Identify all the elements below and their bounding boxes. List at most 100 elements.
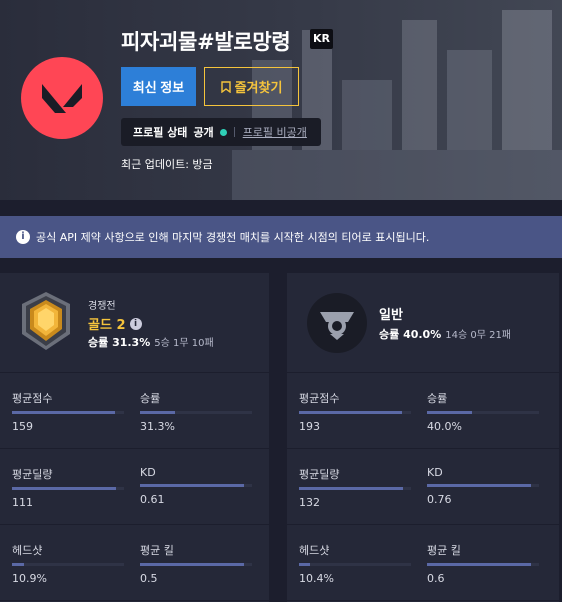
- stat-item: 평균점수 159: [12, 390, 127, 433]
- last-updated-text: 최근 업데이트: 방금: [121, 158, 213, 171]
- stat-bar-fill: [140, 484, 245, 487]
- player-name: 피자괴물#발로망령: [121, 30, 291, 54]
- stat-bar-fill: [299, 487, 404, 490]
- stat-label: 평균딜량: [299, 468, 340, 481]
- stat-bar-fill: [12, 563, 25, 566]
- stat-bar: [12, 563, 124, 566]
- stat-bar: [299, 411, 411, 414]
- stat-bar-fill: [12, 487, 117, 490]
- competitive-panel: 경쟁전 골드 2 i 승률 31.3% 5승 1무 10패 평균점수 159 승률 31…: [0, 273, 269, 602]
- stat-item: 평균딜량 132: [299, 466, 414, 509]
- stat-label: KD: [140, 466, 156, 479]
- stats-row: 평균딜량 132 KD 0.76: [287, 449, 559, 525]
- stat-value: 193: [299, 420, 320, 433]
- stat-value: 10.9%: [12, 572, 47, 585]
- stat-label: 승률: [140, 392, 161, 405]
- stat-label: 평균점수: [299, 392, 340, 405]
- stat-bar-fill: [427, 411, 472, 414]
- stat-bar-fill: [140, 411, 175, 414]
- info-icon: i: [16, 230, 30, 244]
- bookmark-icon: [220, 80, 231, 93]
- divider: [233, 127, 235, 137]
- stat-label: 평균 킬: [427, 544, 461, 557]
- stat-item: 평균점수 193: [299, 390, 414, 433]
- stat-value: 31.3%: [140, 420, 175, 433]
- stat-value: 0.76: [427, 493, 452, 506]
- stats-row: 헤드샷 10.4% 평균 킬 0.6: [287, 525, 559, 601]
- stat-bar-fill: [299, 411, 403, 414]
- profile-status-label: 프로필 상태: [133, 126, 188, 139]
- stat-value: 0.61: [140, 493, 165, 506]
- gold-rank-icon: [22, 292, 70, 350]
- stat-bar: [427, 484, 539, 487]
- stats-row: 평균점수 193 승률 40.0%: [287, 373, 559, 449]
- stat-label: 승률: [427, 392, 448, 405]
- winrate-text: 승률 40.0%: [379, 328, 442, 341]
- profile-status-box: 프로필 상태 공개 프로필 비공개: [121, 118, 321, 146]
- stat-bar-fill: [427, 484, 532, 487]
- tier-text: 골드 2: [88, 318, 126, 333]
- tier-name: 골드 2 i: [88, 314, 142, 333]
- general-winrate: 승률 40.0% 14승 0무 21패: [379, 326, 511, 342]
- stat-bar: [140, 563, 252, 566]
- status-dot-icon: [219, 128, 227, 136]
- stat-item: 헤드샷 10.4%: [299, 542, 414, 585]
- profile-header: 피자괴물#발로망령 KR 최신 정보 즐겨찾기 프로필 상태 공개 프로필 비공…: [0, 0, 562, 200]
- stat-bar: [427, 411, 539, 414]
- update-button[interactable]: 최신 정보: [121, 67, 196, 106]
- winrate-text: 승률 31.3%: [88, 336, 151, 349]
- stat-label: 헤드샷: [299, 544, 330, 557]
- region-badge: KR: [310, 29, 333, 49]
- stat-value: 159: [12, 420, 33, 433]
- info-icon[interactable]: i: [129, 317, 142, 330]
- stat-bar: [140, 484, 252, 487]
- competitive-winrate: 승률 31.3% 5승 1무 10패: [88, 334, 214, 350]
- notice-banner: i 공식 API 제약 사항으로 인해 마지막 경쟁전 매치를 시작한 시점의 …: [0, 216, 562, 258]
- stat-item: 평균딜량 111: [12, 466, 127, 509]
- stats-row: 헤드샷 10.9% 평균 킬 0.5: [0, 525, 269, 601]
- stat-item: 헤드샷 10.9%: [12, 542, 127, 585]
- stats-row: 평균점수 159 승률 31.3%: [0, 373, 269, 449]
- stat-label: KD: [427, 466, 443, 479]
- record-text: 5승 1무 10패: [154, 338, 214, 349]
- profile-private-link[interactable]: 프로필 비공개: [243, 124, 307, 140]
- stat-label: 평균 킬: [140, 544, 174, 557]
- stat-bar-fill: [12, 411, 116, 414]
- general-summary: 일반 승률 40.0% 14승 0무 21패: [287, 273, 559, 373]
- stats-row: 평균딜량 111 KD 0.61: [0, 449, 269, 525]
- stat-bar: [12, 411, 124, 414]
- stat-bar: [140, 411, 252, 414]
- stat-item: KD 0.61: [140, 466, 255, 506]
- profile-status-value: 공개: [193, 126, 214, 139]
- stat-label: 헤드샷: [12, 544, 43, 557]
- stat-bar-fill: [299, 563, 311, 566]
- stat-value: 132: [299, 496, 320, 509]
- general-stats: 평균점수 193 승률 40.0% 평균딜량 132 KD 0.76 헤드샷 10.4% 평균 킬 0…: [287, 373, 559, 601]
- stat-bar-fill: [427, 563, 532, 566]
- general-panel: 일반 승률 40.0% 14승 0무 21패 평균점수 193 승률 40.0% 평균딜량…: [287, 273, 559, 602]
- stat-bar: [299, 563, 411, 566]
- general-label: 일반: [379, 308, 403, 323]
- stat-value: 0.5: [140, 572, 158, 585]
- stat-bar: [427, 563, 539, 566]
- valorant-logo-icon: [21, 57, 103, 139]
- stat-bar-fill: [140, 563, 245, 566]
- stat-value: 111: [12, 496, 33, 509]
- stat-bar: [299, 487, 411, 490]
- favorite-button[interactable]: 즐겨찾기: [204, 67, 299, 106]
- competitive-summary: 경쟁전 골드 2 i 승률 31.3% 5승 1무 10패: [0, 273, 269, 373]
- stat-value: 40.0%: [427, 420, 462, 433]
- stat-item: 평균 킬 0.6: [427, 542, 542, 585]
- stat-item: 승률 40.0%: [427, 390, 542, 433]
- record-text: 14승 0무 21패: [445, 330, 512, 341]
- competitive-label: 경쟁전: [88, 301, 116, 312]
- stat-item: 승률 31.3%: [140, 390, 255, 433]
- stat-label: 평균딜량: [12, 468, 53, 481]
- unranked-icon: [307, 293, 367, 353]
- stat-value: 0.6: [427, 572, 445, 585]
- favorite-button-label: 즐겨찾기: [234, 80, 283, 95]
- stat-item: KD 0.76: [427, 466, 542, 506]
- stat-bar: [12, 487, 124, 490]
- competitive-stats: 평균점수 159 승률 31.3% 평균딜량 111 KD 0.61 헤드샷 10.9% 평균 킬 0…: [0, 373, 269, 601]
- stat-label: 평균점수: [12, 392, 53, 405]
